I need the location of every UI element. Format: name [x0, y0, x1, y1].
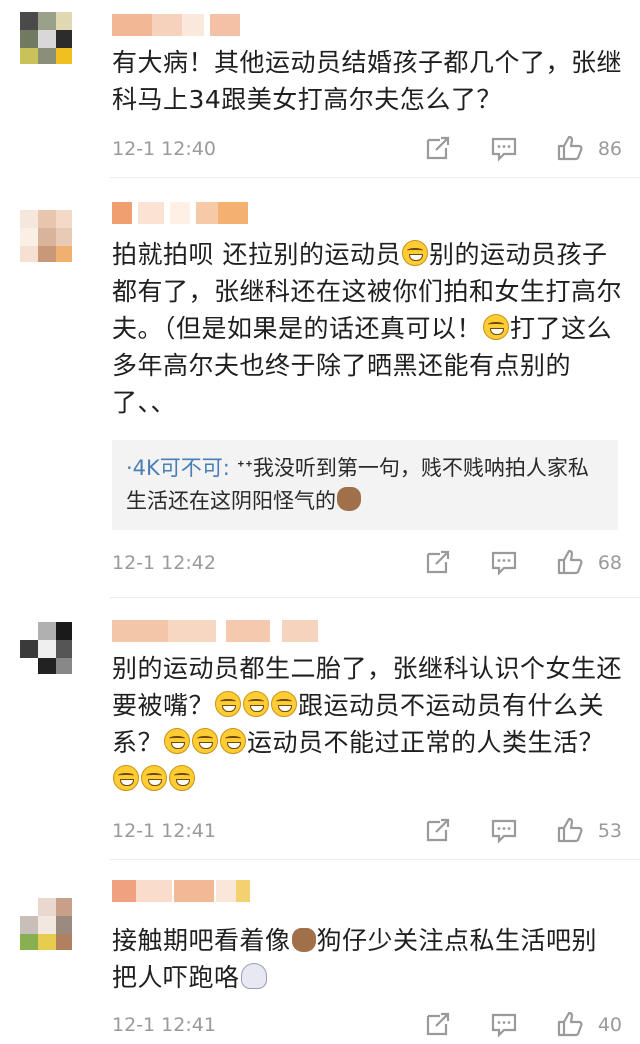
grinning-sweat-emoji-icon [243, 691, 270, 717]
grinning-sweat-emoji-icon [141, 765, 167, 791]
share-icon[interactable] [424, 1010, 452, 1038]
thumbs-up-icon[interactable] [556, 816, 584, 844]
comment-item: 有大病！其他运动员结婚孩子都几个了，张继科马上34跟美女打高尔夫怎么了？ 12-… [0, 0, 640, 178]
grinning-sweat-emoji-icon [271, 691, 298, 717]
comment-icon[interactable] [490, 134, 518, 162]
thumbs-up-icon[interactable] [556, 1010, 584, 1038]
grinning-sweat-emoji-icon [220, 728, 247, 754]
like-count: 86 [597, 138, 622, 160]
username-blurred[interactable] [112, 14, 242, 36]
see-no-evil-monkey-emoji-icon [291, 928, 316, 952]
ghost-emoji-icon [240, 963, 267, 989]
timestamp: 12-1 12:41 [112, 820, 216, 842]
comment-text: 别的运动员都生二胎了，张继科认识个女生还要被嘴？ 跟运动员不运动员有什么关系？ 运动… [112, 650, 622, 798]
grinning-sweat-emoji-icon [483, 314, 510, 340]
timestamp: 12-1 12:40 [112, 138, 216, 160]
comment-item: 别的运动员都生二胎了，张继科认识个女生还要被嘴？ 跟运动员不运动员有什么关系？ 运动… [0, 598, 640, 860]
comment-meta: 12-1 12:41 40 [112, 1010, 622, 1044]
grinning-sweat-emoji-icon [215, 691, 242, 717]
comment-icon[interactable] [490, 1010, 518, 1038]
timestamp: 12-1 12:41 [112, 1014, 216, 1036]
comment-icon[interactable] [490, 816, 518, 844]
avatar[interactable] [20, 12, 72, 64]
grinning-sweat-emoji-icon [169, 765, 195, 791]
reply-username[interactable]: ·4K可不可: [126, 456, 230, 480]
grinning-sweat-emoji-icon [113, 765, 139, 791]
avatar[interactable] [20, 898, 72, 950]
comment-item: 拍就拍呗 还拉别的运动员 别的运动员孩子都有了，张继科还在这被你们拍和女生打高尔夫… [0, 178, 640, 598]
thumbs-up-icon[interactable] [556, 134, 584, 162]
share-icon[interactable] [424, 548, 452, 576]
comment-text: 接触期吧看着像 狗仔少关注点私生活吧别把人吓跑咯 [112, 926, 598, 992]
crying-laughing-emoji-icon [401, 240, 428, 266]
comment-meta: 12-1 12:40 86 [112, 134, 622, 168]
share-icon[interactable] [424, 134, 452, 162]
comment-meta: 12-1 12:41 53 [112, 816, 622, 850]
username-blurred[interactable] [112, 620, 322, 642]
grinning-sweat-emoji-icon [192, 728, 219, 754]
like-count: 53 [597, 820, 622, 842]
like-count: 40 [597, 1014, 622, 1036]
comment-icon[interactable] [490, 548, 518, 576]
reply-box[interactable]: ·4K可不可: ᕀᕀ我没听到第一句，贱不贱呐拍人家私生活还在这阴阳怪气的 [112, 440, 618, 530]
comment-item: 接触期吧看着像 狗仔少关注点私生活吧别把人吓跑咯 12-1 12:41 40 [0, 860, 640, 1041]
avatar[interactable] [20, 622, 72, 674]
username-blurred[interactable] [112, 202, 252, 224]
comment-meta: 12-1 12:42 68 [112, 548, 622, 582]
timestamp: 12-1 12:42 [112, 552, 216, 574]
comment-text: 有大病！其他运动员结婚孩子都几个了，张继科马上34跟美女打高尔夫怎么了？ [112, 48, 623, 114]
username-blurred[interactable] [112, 880, 252, 902]
see-no-evil-monkey-emoji-icon [337, 487, 361, 511]
thumbs-up-icon[interactable] [556, 548, 584, 576]
like-count: 68 [597, 552, 622, 574]
share-icon[interactable] [424, 816, 452, 844]
avatar[interactable] [20, 210, 72, 262]
grinning-sweat-emoji-icon [164, 728, 191, 754]
comment-text: 拍就拍呗 还拉别的运动员 别的运动员孩子都有了，张继科还在这被你们拍和女生打高尔夫… [112, 240, 623, 417]
